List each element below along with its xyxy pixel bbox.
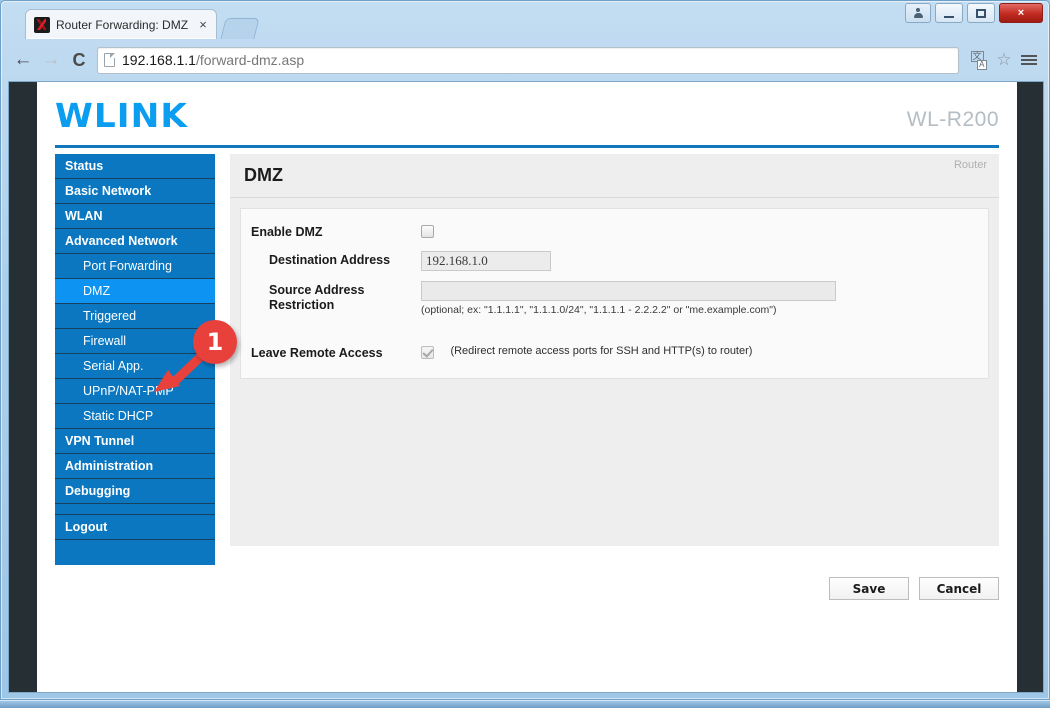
translate-icon — [970, 51, 987, 70]
leave-remote-access-control: (Redirect remote access ports for SSH an… — [421, 344, 978, 362]
sidebar-item-basic-network[interactable]: Basic Network — [55, 179, 215, 204]
sidebar-item-static-dhcp[interactable]: Static DHCP — [55, 404, 215, 429]
star-icon: ☆ — [996, 50, 1012, 69]
window-controls: × — [905, 3, 1043, 23]
new-tab-button[interactable] — [220, 18, 260, 39]
brand-logo: WLINK — [55, 96, 189, 135]
os-taskbar — [0, 700, 1050, 708]
sidebar-item-label: Advanced Network — [65, 234, 178, 248]
sidebar-item-label: Basic Network — [65, 184, 152, 198]
sidebar-item-label: WLAN — [65, 209, 103, 223]
cancel-button[interactable]: Cancel — [919, 577, 999, 600]
sidebar-item-advanced-network[interactable]: Advanced Network — [55, 229, 215, 254]
sidebar-item-label: Administration — [65, 459, 154, 473]
sidebar-item-label: Debugging — [65, 484, 131, 498]
favicon-icon — [34, 16, 50, 33]
browser-tab[interactable]: Router Forwarding: DMZ × — [25, 9, 217, 39]
annotation-badge-1: 1 — [193, 320, 237, 364]
header-divider — [55, 145, 999, 148]
content-header: DMZ Router — [230, 154, 999, 198]
sidebar-item-label: Triggered — [83, 309, 137, 323]
browser-toolbar: ← → C 192.168.1.1/forward-dmz.asp ☆ — [1, 39, 1049, 81]
sidebar-item-label: VPN Tunnel — [65, 434, 135, 448]
form-spacer — [251, 326, 978, 344]
sidebar-item-label: DMZ — [83, 284, 111, 298]
url-text: 192.168.1.1/forward-dmz.asp — [122, 52, 304, 68]
sidebar-item-port-forwarding[interactable]: Port Forwarding — [55, 254, 215, 279]
maximize-icon — [976, 8, 986, 18]
form-row-enable-dmz: Enable DMZ — [251, 223, 978, 241]
user-profile-button[interactable] — [905, 3, 931, 23]
form-row-destination: Destination Address — [251, 251, 978, 271]
page-title: DMZ — [244, 165, 283, 185]
router-header: WLINK WL-R200 — [37, 82, 1017, 154]
source-restriction-input[interactable] — [421, 281, 836, 301]
enable-dmz-control — [421, 223, 978, 241]
forward-icon[interactable]: → — [37, 46, 65, 74]
form-row-source: Source Address Restriction (optional; ex… — [251, 281, 978, 316]
sidebar-item-logout[interactable]: Logout — [55, 515, 215, 540]
model-name: WL-R200 — [906, 108, 999, 131]
dmz-form: Enable DMZ Destination Address 192.168.1… — [240, 208, 989, 379]
url-host: 192.168.1.1 — [122, 52, 196, 68]
destination-address-input[interactable] — [421, 251, 551, 271]
sidebar-item-wlan[interactable]: WLAN — [55, 204, 215, 229]
sidebar-item-triggered[interactable]: Triggered — [55, 304, 215, 329]
sidebar-item-label: Status — [65, 159, 104, 173]
minimize-icon — [944, 15, 954, 18]
destination-address-control — [421, 251, 978, 271]
source-restriction-label: Source Address Restriction — [269, 283, 365, 312]
hamburger-icon — [1021, 59, 1037, 61]
hamburger-icon — [1021, 55, 1037, 57]
hamburger-icon — [1021, 63, 1037, 65]
sidebar-item-dmz[interactable]: DMZ — [55, 279, 215, 304]
leave-remote-access-note: (Redirect remote access ports for SSH an… — [450, 345, 753, 357]
form-row-remote-access: Leave Remote Access (Redirect remote acc… — [251, 344, 978, 362]
desktop-background: Router Forwarding: DMZ × × ← → C 192.168… — [0, 0, 1050, 708]
back-icon[interactable]: ← — [9, 46, 37, 74]
reload-icon[interactable]: C — [65, 46, 93, 74]
minimize-button[interactable] — [935, 3, 963, 23]
enable-dmz-label: Enable DMZ — [251, 225, 323, 239]
sidebar-item-label: Port Forwarding — [83, 259, 172, 273]
destination-address-label: Destination Address — [269, 253, 391, 267]
content-panel: DMZ Router Enable DMZ Destination Addres… — [230, 154, 999, 546]
sidebar-item-administration[interactable]: Administration — [55, 454, 215, 479]
address-bar[interactable]: 192.168.1.1/forward-dmz.asp — [97, 46, 959, 74]
sidebar-item-label: Firewall — [83, 334, 127, 348]
chrome-menu-button[interactable] — [1017, 55, 1041, 65]
enable-dmz-checkbox[interactable] — [421, 225, 434, 238]
sidebar-tail — [55, 540, 215, 565]
source-restriction-control: (optional; ex: "1.1.1.1", "1.1.1.0/24", … — [421, 281, 978, 316]
close-tab-icon[interactable]: × — [196, 18, 210, 32]
sidebar-spacer — [55, 504, 215, 515]
form-actions: Save Cancel — [37, 577, 999, 600]
sidebar-item-label: Logout — [65, 520, 108, 534]
sidebar-item-vpn-tunnel[interactable]: VPN Tunnel — [55, 429, 215, 454]
page-viewport: WLINK WL-R200 Status Basic Network WLAN Adv… — [8, 81, 1044, 693]
page-info-icon[interactable] — [104, 53, 115, 67]
maximize-button[interactable] — [967, 3, 995, 23]
panel-tag: Router — [953, 159, 987, 171]
tab-title: Router Forwarding: DMZ — [56, 17, 189, 32]
save-button[interactable]: Save — [829, 577, 909, 600]
url-path: /forward-dmz.asp — [195, 52, 305, 68]
sidebar-item-label: Static DHCP — [83, 409, 154, 423]
sidebar-item-status[interactable]: Status — [55, 154, 215, 179]
leave-remote-access-checkbox[interactable] — [421, 346, 434, 359]
source-restriction-hint: (optional; ex: "1.1.1.1", "1.1.1.0/24", … — [421, 304, 777, 316]
browser-window: Router Forwarding: DMZ × × ← → C 192.168… — [0, 0, 1050, 700]
close-window-button[interactable]: × — [999, 3, 1043, 23]
tab-strip: Router Forwarding: DMZ × × — [1, 1, 1049, 39]
translate-button[interactable] — [965, 47, 991, 73]
bookmark-button[interactable]: ☆ — [991, 47, 1017, 73]
user-icon — [913, 7, 923, 19]
sidebar-item-label: Serial App. — [83, 359, 144, 373]
leave-remote-access-label: Leave Remote Access — [251, 346, 383, 360]
sidebar-item-debugging[interactable]: Debugging — [55, 479, 215, 504]
